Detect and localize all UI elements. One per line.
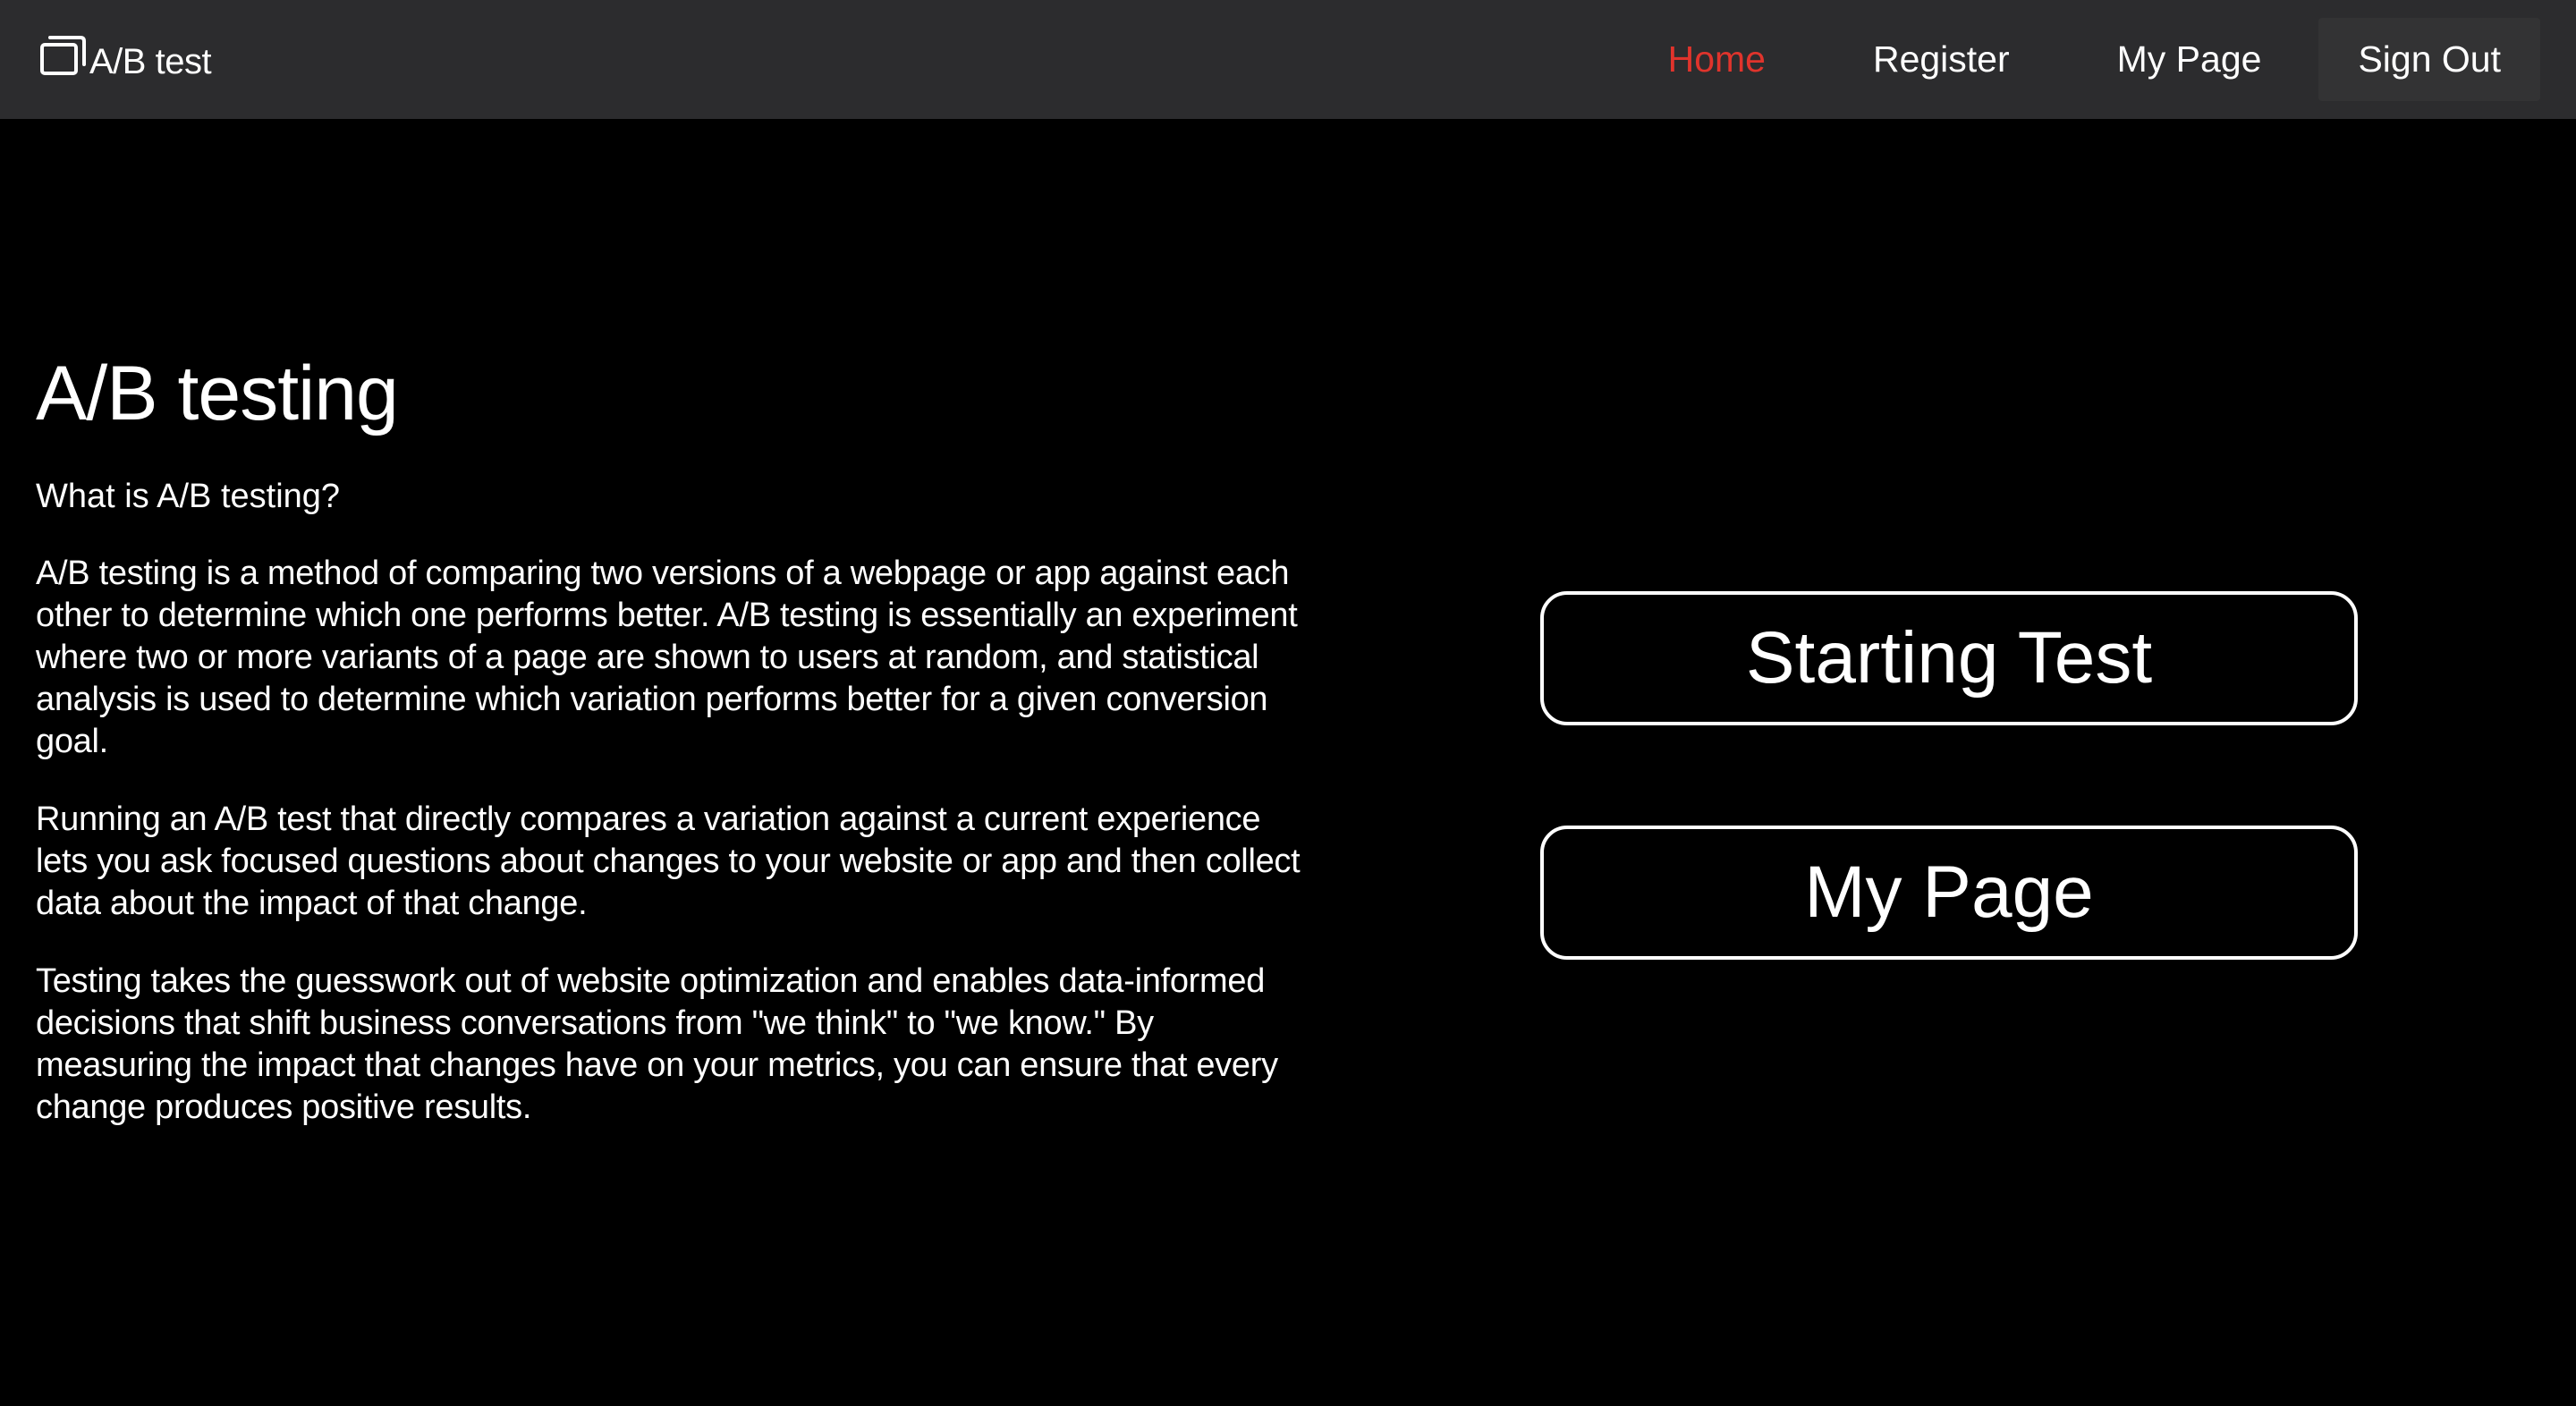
section-subtitle: What is A/B testing? xyxy=(36,478,341,515)
nav-register-link[interactable]: Register xyxy=(1873,38,2010,80)
nav-home-link[interactable]: Home xyxy=(1668,38,1766,80)
window-icon xyxy=(40,36,86,75)
brand-name: A/B test xyxy=(89,42,212,81)
top-navbar: A/B test Home Register My Page Sign Out xyxy=(0,0,2576,119)
intro-section: A/B testing What is A/B testing? A/B tes… xyxy=(36,349,1306,1129)
page-title: A/B testing xyxy=(36,351,399,436)
sign-out-button[interactable]: Sign Out xyxy=(2318,18,2540,101)
nav-my-page-link[interactable]: My Page xyxy=(2117,38,2262,80)
intro-paragraph: Testing takes the guesswork out of websi… xyxy=(36,962,1278,1126)
intro-paragraph: Running an A/B test that directly compar… xyxy=(36,800,1301,922)
intro-paragraph: A/B testing is a method of comparing two… xyxy=(36,555,1298,760)
my-page-button[interactable]: My Page xyxy=(1540,826,2358,960)
nav-links: Home Register My Page Sign Out xyxy=(1668,0,2540,119)
starting-test-button[interactable]: Starting Test xyxy=(1540,591,2358,725)
brand-link[interactable]: A/B test xyxy=(39,30,212,81)
